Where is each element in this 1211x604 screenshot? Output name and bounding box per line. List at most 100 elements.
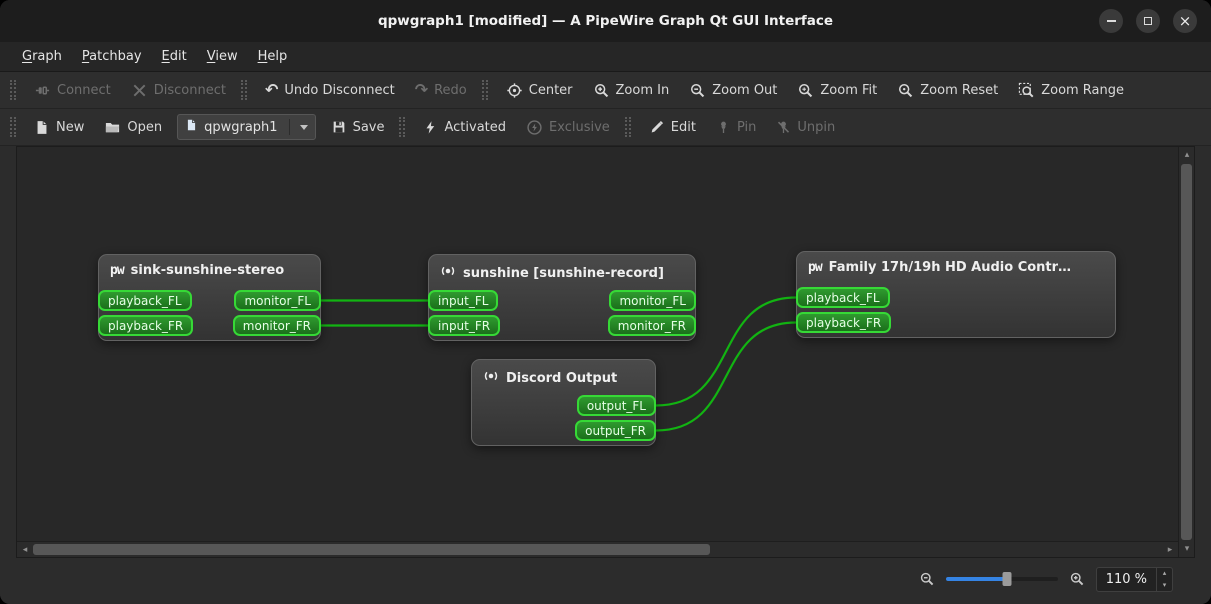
zoom-value: 110 % <box>1105 571 1147 587</box>
center-icon <box>506 82 523 99</box>
save-button[interactable]: Save <box>322 114 394 140</box>
zoom-slider-fill <box>945 577 1008 581</box>
node-title: sink-sunshine-stereo <box>130 263 285 278</box>
menu-help[interactable]: Help <box>248 42 298 71</box>
new-button[interactable]: New <box>25 114 93 141</box>
zoom-in-button[interactable]: Zoom In <box>584 77 679 104</box>
spin-down-icon[interactable]: ▾ <box>1157 579 1172 591</box>
zoom-in-small-icon[interactable] <box>1069 571 1085 587</box>
node-discord-output[interactable]: Discord Output output_FL output_FR <box>471 359 656 446</box>
node-title: sunshine [sunshine-record] <box>463 265 664 281</box>
menu-view[interactable]: View <box>197 42 248 71</box>
file-icon <box>185 118 198 136</box>
titlebar[interactable]: qpwgraph1 [modified] — A PipeWire Graph … <box>0 0 1211 42</box>
close-icon: × <box>1178 11 1192 30</box>
connect-icon <box>34 82 51 99</box>
maximize-button[interactable] <box>1136 9 1160 33</box>
window-controls: × <box>1099 0 1197 42</box>
edit-button[interactable]: Edit <box>640 114 705 140</box>
vertical-scrollbar[interactable]: ▴ ▾ <box>1178 147 1194 557</box>
zoom-spinbox[interactable]: 110 % ▴ ▾ <box>1095 566 1173 592</box>
open-button[interactable]: Open <box>95 114 171 141</box>
toolbar-handle[interactable] <box>240 80 247 100</box>
zoom-reset-icon <box>897 82 914 99</box>
horizontal-scroll-thumb[interactable] <box>33 544 711 555</box>
scroll-left-icon[interactable]: ◂ <box>17 542 33 558</box>
edit-icon <box>649 119 665 135</box>
port[interactable]: monitor_FR <box>232 315 321 336</box>
exclusive-button: Exclusive <box>517 114 619 141</box>
horizontal-scroll-track[interactable] <box>33 542 1162 557</box>
zoom-range-button[interactable]: Zoom Range <box>1009 77 1133 104</box>
node-sink-sunshine-stereo[interactable]: pw sink-sunshine-stereo playback_FL play… <box>98 254 321 341</box>
disconnect-icon <box>131 82 148 99</box>
combo-separator <box>288 119 290 135</box>
vertical-scroll-track[interactable] <box>1179 163 1194 541</box>
port[interactable]: playback_FR <box>98 315 194 336</box>
zoom-out-small-icon[interactable] <box>919 571 935 587</box>
activated-button[interactable]: Activated <box>414 114 515 141</box>
statusbar: 110 % ▴ ▾ <box>0 558 1211 604</box>
menu-edit[interactable]: Edit <box>152 42 197 71</box>
port[interactable]: monitor_FL <box>609 290 696 311</box>
port[interactable]: playback_FR <box>796 312 892 333</box>
disconnect-button: Disconnect <box>122 77 235 104</box>
record-icon <box>483 368 499 388</box>
port[interactable]: playback_FL <box>98 290 192 311</box>
menu-graph[interactable]: Graph <box>12 42 72 71</box>
new-icon <box>34 119 50 136</box>
undo-disconnect-button[interactable]: ↶ Undo Disconnect <box>256 77 404 103</box>
save-icon <box>331 119 347 135</box>
toolbar-handle[interactable] <box>481 80 488 100</box>
port[interactable]: monitor_FR <box>607 315 696 336</box>
open-icon <box>104 119 121 136</box>
chevron-down-icon <box>299 124 308 130</box>
zoom-range-icon <box>1018 82 1035 99</box>
zoom-reset-button[interactable]: Zoom Reset <box>888 77 1007 104</box>
zoom-fit-button[interactable]: Zoom Fit <box>788 77 886 104</box>
node-family-hd-audio[interactable]: pw Family 17h/19h HD Audio Contr… playba… <box>796 251 1116 338</box>
port[interactable]: output_FR <box>575 420 656 441</box>
patchbay-file-combo[interactable]: qpwgraph1 <box>177 114 316 140</box>
node-sunshine-record[interactable]: sunshine [sunshine-record] input_FL inpu… <box>428 254 696 341</box>
port[interactable]: playback_FL <box>796 287 890 308</box>
node-header: Discord Output <box>472 360 655 392</box>
record-icon <box>440 263 456 283</box>
central-area: pw sink-sunshine-stereo playback_FL play… <box>0 146 1211 558</box>
zoom-slider[interactable] <box>945 572 1058 586</box>
scroll-up-icon[interactable]: ▴ <box>1179 147 1195 163</box>
menu-patchbay[interactable]: Patchbay <box>72 42 152 71</box>
zoom-in-icon <box>593 82 610 99</box>
spin-up-icon[interactable]: ▴ <box>1157 568 1172 580</box>
graph-viewport: pw sink-sunshine-stereo playback_FL play… <box>16 146 1195 558</box>
pipewire-icon: pw <box>808 260 823 275</box>
horizontal-scrollbar[interactable]: ◂ ▸ <box>17 541 1178 557</box>
zoom-out-button[interactable]: Zoom Out <box>680 77 786 104</box>
toolbar-handle[interactable] <box>10 80 16 100</box>
activated-icon <box>423 119 438 136</box>
port[interactable]: monitor_FL <box>234 290 321 311</box>
center-button[interactable]: Center <box>497 77 582 104</box>
close-button[interactable]: × <box>1173 9 1197 33</box>
toolbar-handle[interactable] <box>399 117 406 137</box>
connect-button: Connect <box>25 77 120 104</box>
unpin-icon <box>776 119 791 135</box>
port[interactable]: input_FR <box>428 315 501 336</box>
zoom-slider-handle[interactable] <box>1002 572 1012 586</box>
port[interactable]: output_FL <box>576 395 656 416</box>
graph-canvas[interactable]: pw sink-sunshine-stereo playback_FL play… <box>17 147 1178 541</box>
minimize-button[interactable] <box>1099 9 1123 33</box>
toolbar-graph: Connect Disconnect ↶ Undo Disconnect ↷ R… <box>0 72 1211 109</box>
scroll-right-icon[interactable]: ▸ <box>1162 542 1178 558</box>
vertical-scroll-thumb[interactable] <box>1181 164 1192 540</box>
connection-lines <box>319 296 798 432</box>
port[interactable]: input_FL <box>428 290 499 311</box>
zoom-spin-buttons: ▴ ▾ <box>1156 567 1172 591</box>
toolbar-handle[interactable] <box>624 117 631 137</box>
redo-button: ↷ Redo <box>414 80 467 99</box>
unpin-button: Unpin <box>767 114 844 140</box>
zoom-out-icon <box>689 82 706 99</box>
scroll-down-icon[interactable]: ▾ <box>1179 541 1195 557</box>
pin-icon <box>716 119 731 135</box>
toolbar-handle[interactable] <box>10 117 16 137</box>
